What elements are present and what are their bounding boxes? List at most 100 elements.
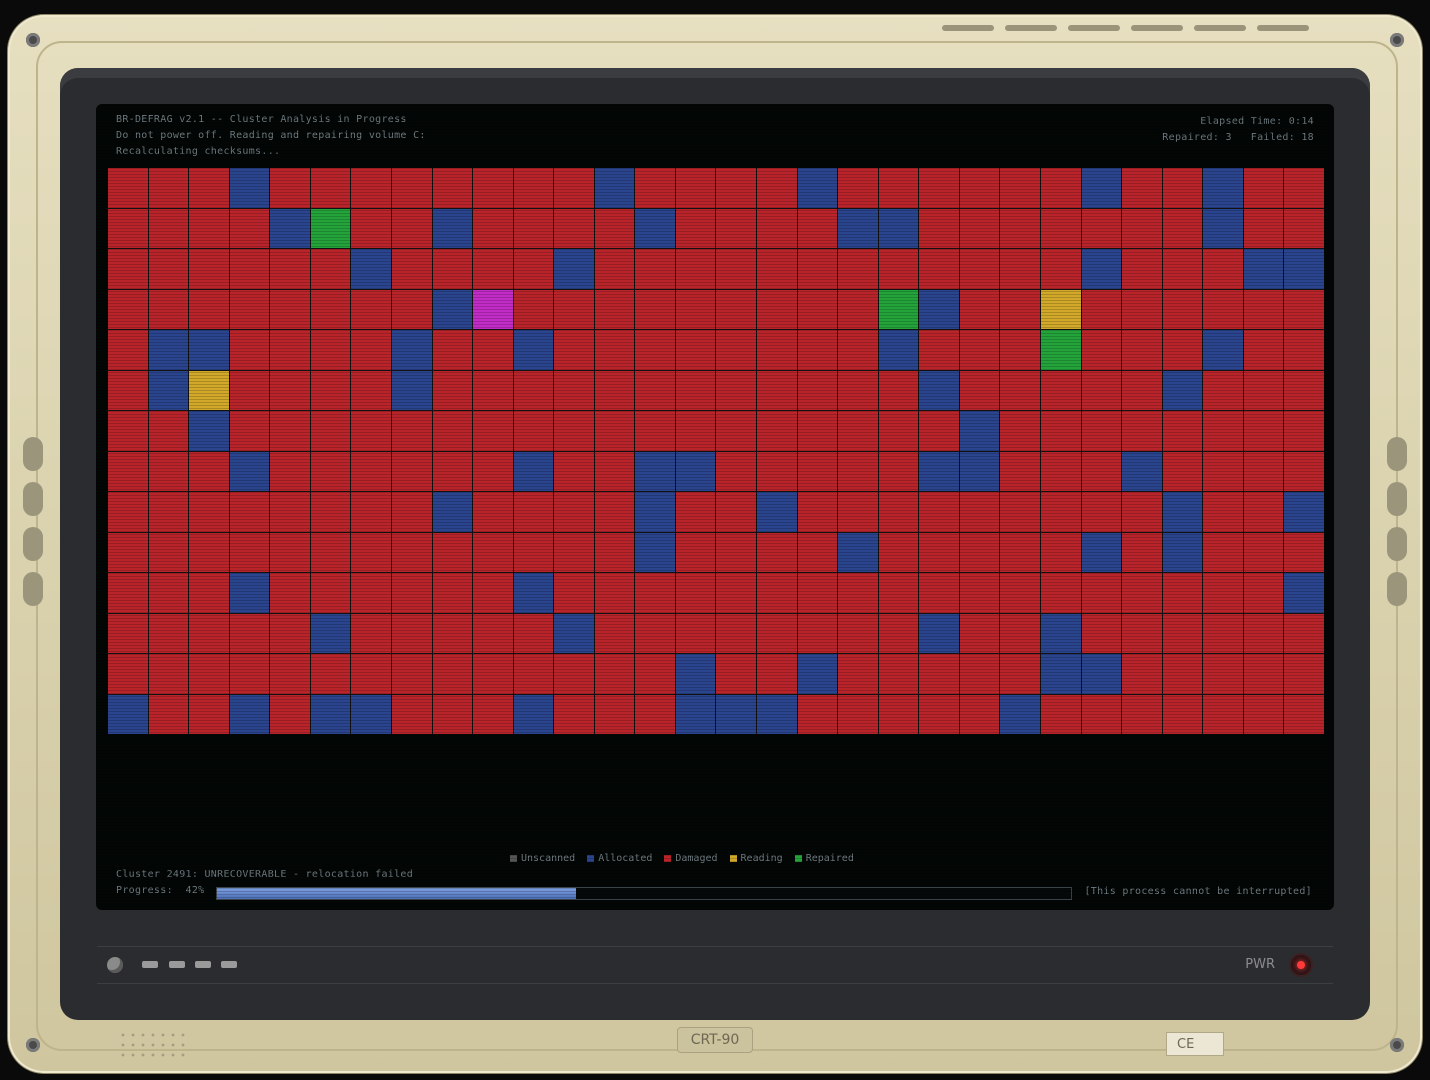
vent-slot: [1068, 25, 1120, 31]
cluster-cell: [189, 289, 229, 329]
cluster-cell: [391, 168, 432, 208]
cluster-cell: [1284, 411, 1324, 451]
cluster-cell: [391, 613, 432, 653]
side-button-left-1[interactable]: [23, 437, 43, 471]
warning-line: Do not power off. Reading and repairing …: [116, 130, 426, 141]
cluster-cell: [1122, 694, 1162, 734]
cluster-cell: [148, 330, 189, 370]
cluster-cell: [391, 451, 432, 491]
side-button-right-4[interactable]: [1387, 572, 1407, 606]
cluster-cell: [1041, 289, 1081, 329]
cluster-cell: [108, 573, 148, 613]
cluster-cell: [1081, 573, 1122, 613]
cluster-cell: [310, 532, 351, 572]
cluster-cell: [432, 370, 473, 410]
cluster-cell: [959, 613, 1000, 653]
cluster-cell: [1000, 208, 1041, 248]
cluster-cell: [797, 289, 838, 329]
cluster-cell: [1243, 694, 1284, 734]
cluster-cell: [1000, 532, 1041, 572]
cluster-cell: [1162, 573, 1203, 613]
cluster-cell: [473, 249, 513, 289]
cluster-cell: [838, 411, 878, 451]
control-button-3[interactable]: [195, 961, 211, 968]
cluster-cell: [473, 613, 513, 653]
cluster-cell: [432, 613, 473, 653]
cluster-cell: [1243, 654, 1284, 694]
cluster-cell: [391, 208, 432, 248]
cluster-cell: [1203, 492, 1243, 532]
cluster-cell: [1000, 492, 1041, 532]
cluster-cell: [473, 370, 513, 410]
legend-swatch: [794, 855, 802, 862]
cluster-cell: [919, 451, 959, 491]
cluster-cell: [959, 532, 1000, 572]
cluster-cell: [554, 532, 594, 572]
cluster-cell: [473, 694, 513, 734]
cluster-cell: [1284, 532, 1324, 572]
legend-swatch: [664, 855, 672, 862]
side-button-right-2[interactable]: [1387, 482, 1407, 516]
cluster-cell: [919, 492, 959, 532]
cluster-cell: [716, 411, 757, 451]
cluster-cell: [1081, 532, 1122, 572]
cluster-cell: [919, 613, 959, 653]
cluster-cell: [473, 208, 513, 248]
legend-item: Repaired: [794, 853, 854, 864]
cluster-cell: [1041, 613, 1081, 653]
cluster-cell: [716, 573, 757, 613]
cluster-cell: [1081, 451, 1122, 491]
cluster-cell: [594, 370, 635, 410]
cluster-cell: [351, 208, 391, 248]
legend-label: Reading: [740, 853, 783, 864]
brightness-knob[interactable]: [107, 957, 123, 973]
cluster-cell: [229, 370, 270, 410]
side-button-left-4[interactable]: [23, 572, 43, 606]
cluster-cell: [229, 330, 270, 370]
cluster-cell: [310, 168, 351, 208]
cluster-cell: [108, 613, 148, 653]
cluster-cell: [351, 249, 391, 289]
cluster-cell: [108, 289, 148, 329]
cluster-cell: [1122, 370, 1162, 410]
cluster-cell: [594, 492, 635, 532]
cluster-cell: [189, 370, 229, 410]
cluster-cell: [919, 573, 959, 613]
cluster-cell: [391, 289, 432, 329]
side-button-left-2[interactable]: [23, 482, 43, 516]
cluster-cell: [310, 330, 351, 370]
cluster-cell: [594, 532, 635, 572]
control-button-2[interactable]: [169, 961, 185, 968]
cluster-cell: [919, 411, 959, 451]
side-button-right-3[interactable]: [1387, 527, 1407, 561]
cluster-cell: [716, 451, 757, 491]
cluster-cell: [108, 492, 148, 532]
cluster-cell: [675, 573, 716, 613]
cluster-cell: [959, 694, 1000, 734]
cluster-cell: [1243, 573, 1284, 613]
cluster-cell: [675, 411, 716, 451]
cluster-cell: [1284, 613, 1324, 653]
cluster-cell: [838, 492, 878, 532]
power-button[interactable]: [1291, 955, 1311, 975]
control-button-4[interactable]: [221, 961, 237, 968]
cluster-cell: [189, 694, 229, 734]
legend-swatch: [729, 855, 737, 862]
cluster-cell: [148, 694, 189, 734]
legend-label: Damaged: [675, 853, 718, 864]
side-button-right-1[interactable]: [1387, 437, 1407, 471]
cluster-cell: [1000, 370, 1041, 410]
control-button-1[interactable]: [142, 961, 158, 968]
cluster-cell: [1243, 613, 1284, 653]
cluster-cell: [635, 168, 675, 208]
cluster-cell: [1081, 613, 1122, 653]
interrupt-notice: [This process cannot be interrupted]: [1084, 886, 1312, 897]
activity-line: Recalculating checksums...: [116, 146, 281, 157]
cluster-cell: [108, 330, 148, 370]
cluster-cell: [554, 370, 594, 410]
side-button-left-3[interactable]: [23, 527, 43, 561]
cluster-cell: [959, 208, 1000, 248]
cluster-cell: [1203, 168, 1243, 208]
cluster-cell: [310, 208, 351, 248]
cluster-cell: [919, 370, 959, 410]
